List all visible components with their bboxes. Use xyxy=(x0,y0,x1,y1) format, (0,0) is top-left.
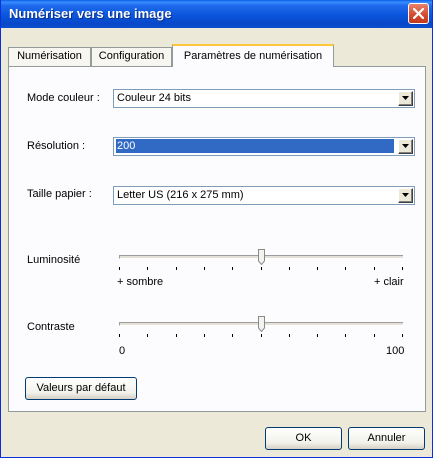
window-title: Numériser vers une image xyxy=(9,6,172,21)
contrast-label: Contraste xyxy=(27,321,75,333)
color-mode-value: Couleur 24 bits xyxy=(117,92,191,104)
brightness-max-label: + clair xyxy=(374,276,404,288)
resolution-dropdown-button[interactable] xyxy=(398,139,413,154)
slider-tick xyxy=(176,334,177,337)
slider-tick xyxy=(402,267,403,270)
title-bar[interactable]: Numériser vers une image xyxy=(1,0,432,28)
paper-size-label: Taille papier : xyxy=(27,188,92,200)
slider-tick xyxy=(345,267,346,270)
slider-tick xyxy=(317,334,318,337)
cancel-button[interactable]: Annuler xyxy=(348,427,425,450)
slider-tick xyxy=(204,334,205,337)
paper-size-select[interactable]: Letter US (216 x 275 mm) xyxy=(113,186,415,205)
slider-tick xyxy=(317,267,318,270)
chevron-down-icon xyxy=(402,144,409,148)
slider-tick xyxy=(289,267,290,270)
chevron-down-icon xyxy=(402,96,409,100)
color-mode-dropdown-button[interactable] xyxy=(398,91,413,106)
resolution-value: 200 xyxy=(116,139,394,153)
contrast-thumb[interactable] xyxy=(258,316,265,333)
chevron-down-icon xyxy=(402,193,409,197)
slider-tick xyxy=(289,334,290,337)
slider-tick xyxy=(261,267,262,270)
color-mode-label: Mode couleur : xyxy=(27,92,100,104)
slider-tick xyxy=(176,267,177,270)
dialog-window: Numériser vers une image Numérisation Co… xyxy=(0,0,433,458)
close-button[interactable] xyxy=(408,3,429,24)
slider-tick xyxy=(204,267,205,270)
color-mode-select[interactable]: Couleur 24 bits xyxy=(113,89,415,108)
slider-tick xyxy=(402,334,403,337)
paper-size-value: Letter US (216 x 275 mm) xyxy=(117,189,244,201)
brightness-label: Luminosité xyxy=(27,254,81,266)
tab-parametres-numerisation[interactable]: Paramètres de numérisation xyxy=(172,44,334,67)
tab-numerisation[interactable]: Numérisation xyxy=(8,47,91,66)
resolution-select[interactable]: 200 xyxy=(113,137,415,156)
slider-tick xyxy=(232,267,233,270)
brightness-min-label: + sombre xyxy=(117,276,164,288)
contrast-max-label: 100 xyxy=(386,345,405,357)
slider-tick xyxy=(374,334,375,337)
slider-tick xyxy=(147,334,148,337)
resolution-label: Résolution : xyxy=(27,140,86,152)
slider-tick xyxy=(119,334,120,337)
paper-size-dropdown-button[interactable] xyxy=(398,188,413,203)
slider-tick xyxy=(232,334,233,337)
slider-tick xyxy=(345,334,346,337)
contrast-ticks xyxy=(119,334,403,338)
slider-tick xyxy=(374,267,375,270)
ok-button[interactable]: OK xyxy=(265,427,342,450)
default-values-button[interactable]: Valeurs par défaut xyxy=(25,377,137,400)
slider-tick xyxy=(119,267,120,270)
tab-configuration[interactable]: Configuration xyxy=(91,47,172,66)
close-icon xyxy=(413,8,424,19)
slider-tick xyxy=(147,267,148,270)
slider-tick xyxy=(261,334,262,337)
contrast-min-label: 0 xyxy=(119,345,126,357)
brightness-ticks xyxy=(119,267,403,271)
tab-panel: Mode couleur : Couleur 24 bits Résolutio… xyxy=(8,66,426,412)
brightness-thumb[interactable] xyxy=(258,249,265,266)
